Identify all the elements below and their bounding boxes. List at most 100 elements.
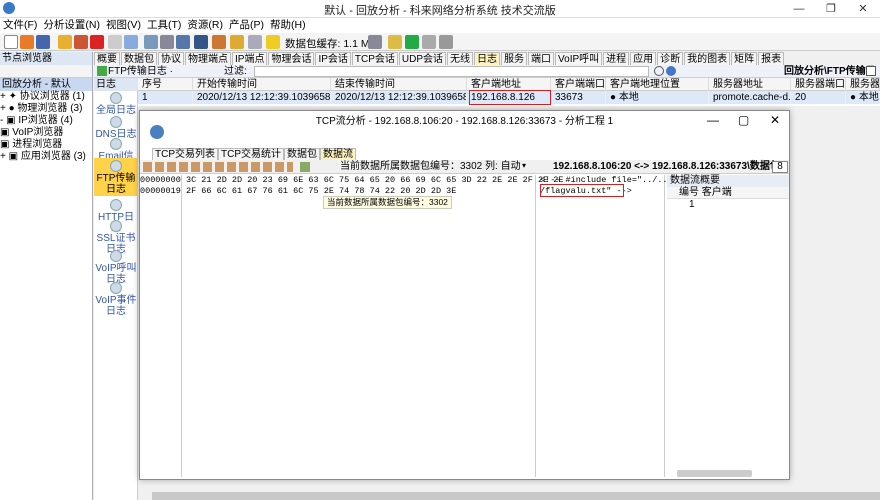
table-cell[interactable]: promote.cache-d... [709,91,791,104]
tree-item-protocol[interactable]: + ✦ 协议浏览器 (1) [0,91,92,103]
table-cell[interactable]: 2020/12/13 12:12:39.103965861 [193,91,331,104]
pause-icon[interactable] [422,35,436,49]
tree-item-application[interactable]: + ▣ 应用浏览器 (3) [0,151,92,163]
column-header[interactable]: 客户端地理位置 [606,78,709,91]
node-browser-header: 节点浏览器 [0,52,92,65]
tree-item-voip[interactable]: ▣ VoIP浏览器 [0,127,92,139]
help-icon[interactable] [666,66,676,76]
log-item-voip-call[interactable]: VoIP呼叫日志 [94,250,138,285]
folder-icon[interactable] [388,35,402,49]
capture-icon[interactable] [194,35,208,49]
tab-service[interactable]: 服务 [501,52,528,65]
minimize-button[interactable]: — [788,1,810,17]
column-header[interactable]: 服务器 [846,78,880,91]
table-cell[interactable]: ● 本地 [606,91,709,104]
tab-ip-session[interactable]: IP会话 [315,52,351,65]
tab-protocol[interactable]: 协议 [158,52,184,65]
funnel-icon[interactable] [160,35,174,49]
column-header[interactable]: 序号 [138,78,193,91]
tools-icon[interactable] [74,35,88,49]
save-icon[interactable] [36,35,50,49]
dialog-tab-stream[interactable]: 数据流 [320,148,356,160]
column-header[interactable]: 开始传输时间 [193,78,331,91]
list-icon[interactable] [108,35,122,49]
stop-icon[interactable] [439,35,453,49]
tab-log[interactable]: 日志 [474,52,501,65]
filter-input[interactable] [254,66,649,77]
close-button[interactable]: ✕ [852,1,874,17]
tab-ip-endpoint[interactable]: IP端点 [232,52,268,65]
tab-application[interactable]: 应用 [630,52,657,65]
log-item-voip-event[interactable]: VoIP事件日志 [94,282,138,317]
tab-summary[interactable]: 概要 [94,52,120,65]
main-horizontal-scrollbar[interactable] [152,492,880,500]
tree-item-process[interactable]: ▣ 进程浏览器 [0,139,92,151]
tab-physical-session[interactable]: 物理会话 [268,52,315,65]
tree-root-selected[interactable]: 回放分析 - 默认 [0,78,92,91]
maximize-button[interactable]: ❐ [820,1,842,17]
column-header[interactable]: 客户端端口 [551,78,606,91]
table-cell[interactable]: 20 [791,91,846,104]
dialog-tab-packets[interactable]: 数据包 [284,148,320,160]
tab-diagnosis[interactable]: 诊断 [657,52,684,65]
stream-tool-icons[interactable] [143,162,293,172]
search-icon[interactable] [654,66,664,76]
menu-view[interactable]: 视图(V) [103,18,144,33]
buffer-icon[interactable] [368,35,382,49]
tree-item-ip[interactable]: - ▣ IP浏览器 (4) [0,115,92,127]
dialog-maximize-button[interactable]: ▢ [738,113,749,127]
window-icon[interactable] [124,35,138,49]
tab-packets[interactable]: 数据包 [121,52,157,65]
menu-help[interactable]: 帮助(H) [267,18,309,33]
open-icon[interactable] [20,35,34,49]
dialog-tab-stats[interactable]: TCP交易统计 [218,148,284,160]
log-item-global[interactable]: 全局日志 [94,92,138,116]
table-cell[interactable]: ● 本地 [846,91,880,104]
play-icon[interactable] [405,35,419,49]
tab-my-charts[interactable]: 我的图表 [684,52,731,65]
view-icon[interactable] [300,162,310,172]
dialog-close-button[interactable]: ✕ [770,113,780,127]
table-cell[interactable]: 33673 [551,91,606,104]
overview-scrollbar[interactable] [677,470,752,477]
dialog-tab-transactions[interactable]: TCP交易列表 [152,148,218,160]
hex-bytes-area[interactable]: 3C 21 2D 2D 20 23 69 6E 63 6C 75 64 65 2… [186,175,563,477]
tab-voip-call[interactable]: VoIP呼叫 [555,52,603,65]
column-header[interactable]: 服务器端口 [791,78,846,91]
back-icon[interactable] [212,35,226,49]
warning-icon[interactable] [266,35,280,49]
table-cell[interactable]: 2020/12/13 12:12:39.103965861 [331,91,467,104]
document-icon[interactable] [248,35,262,49]
ascii-area[interactable]: <!-- #include file="../.. /flagvalu.txt"… [540,175,668,477]
tab-matrix[interactable]: 矩阵 [731,52,758,65]
filter-icon[interactable] [144,35,158,49]
column-dropdown-icon[interactable]: ▾ [522,161,526,170]
dialog-minimize-button[interactable]: — [707,113,719,127]
log-path-field[interactable] [866,66,876,76]
tab-udp-session[interactable]: UDP会话 [398,52,447,65]
tab-physical-endpoint[interactable]: 物理端点 [185,52,231,65]
tab-tcp-session[interactable]: TCP会话 [351,52,398,65]
edit-icon[interactable] [230,35,244,49]
new-icon[interactable] [4,35,18,49]
tab-port[interactable]: 端口 [528,52,555,65]
menu-tools[interactable]: 工具(T) [144,18,184,33]
packet-number-field[interactable]: 8 [772,161,788,173]
add-icon[interactable] [90,35,104,49]
tab-report[interactable]: 报表 [758,52,785,65]
log-item-ftp[interactable]: FTP传输日志 [94,158,138,196]
menu-analysis[interactable]: 分析设置(N) [40,18,103,33]
column-header[interactable]: 服务器地址 [709,78,791,91]
settings-icon[interactable] [58,35,72,49]
column-header[interactable]: 结束传输时间 [331,78,467,91]
tab-wireless[interactable]: 无线 [447,52,474,65]
menu-product[interactable]: 产品(P) [226,18,267,33]
tab-process[interactable]: 进程 [603,52,630,65]
log-item-dns[interactable]: DNS日志 [94,116,138,140]
chart-icon[interactable] [176,35,190,49]
menu-resources[interactable]: 资源(R) [184,18,226,33]
overview-row[interactable]: 1 [667,199,789,211]
tree-item-physical[interactable]: + ● 物理浏览器 (3) [0,103,92,115]
menu-file[interactable]: 文件(F) [0,18,40,33]
table-cell[interactable]: 1 [138,91,193,104]
